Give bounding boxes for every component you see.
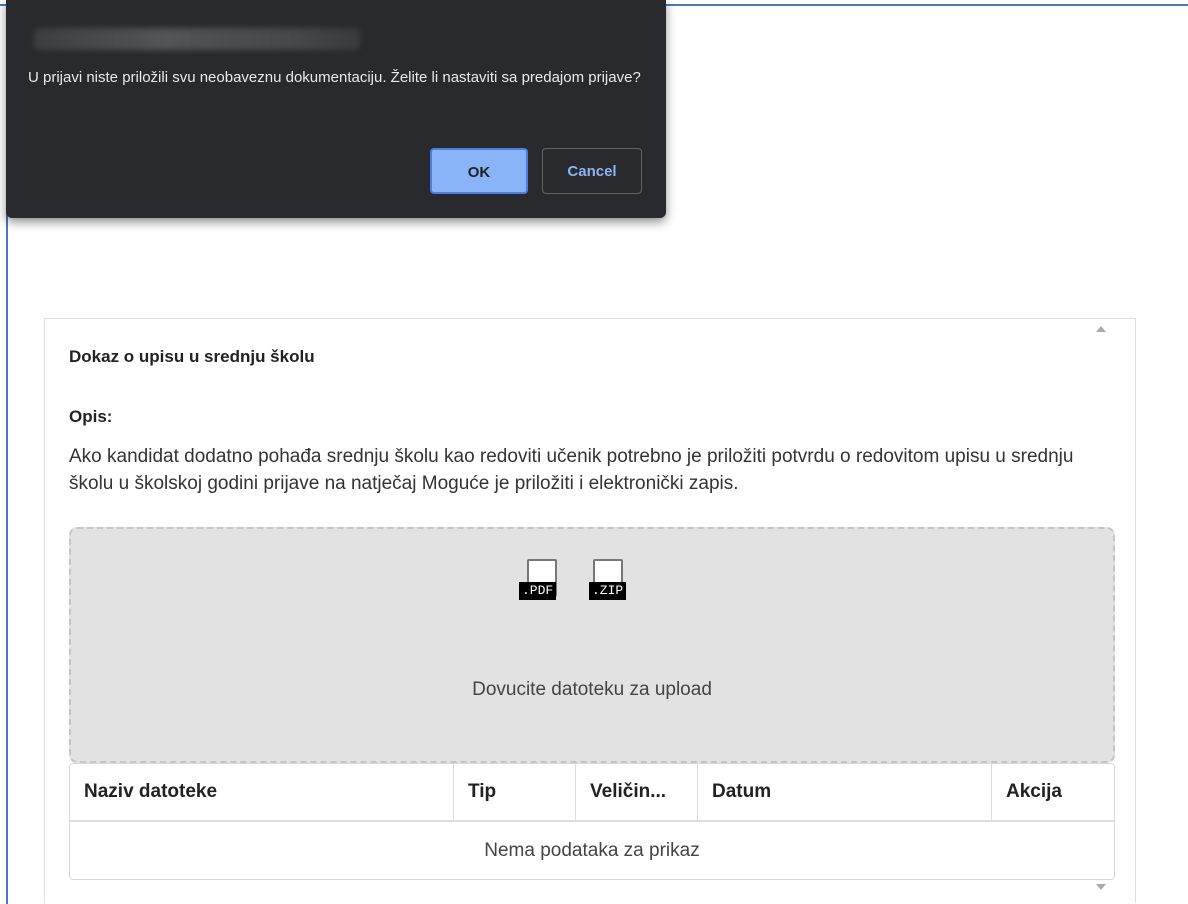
column-header-action[interactable]: Akcija (992, 764, 1114, 820)
dropzone-hint: Dovucite datoteku za upload (472, 679, 712, 700)
cancel-button[interactable]: Cancel (542, 148, 642, 194)
zip-file-icon: .ZIP (589, 559, 627, 600)
zip-file-type-label: .ZIP (589, 582, 627, 600)
scroll-down-arrow-icon[interactable] (1096, 884, 1106, 890)
pdf-file-type-label: .PDF (519, 582, 557, 600)
page: Dokaz o upisu u srednju školu Opis: Ako … (0, 0, 1188, 904)
column-header-date[interactable]: Datum (698, 764, 992, 820)
scroll-up-arrow-icon[interactable] (1096, 326, 1106, 332)
ok-button[interactable]: OK (430, 148, 528, 194)
files-table: Naziv datoteke Tip Veličin... Datum Akci… (69, 763, 1115, 880)
panel-title: Dokaz o upisu u srednju školu (69, 347, 315, 366)
dialog-origin-blurred (34, 28, 360, 50)
description-label: Opis: (69, 407, 113, 426)
confirm-dialog: U prijavi niste priložili svu neobaveznu… (6, 0, 666, 218)
pdf-file-icon: .PDF (519, 559, 557, 600)
column-header-filename[interactable]: Naziv datoteke (70, 764, 454, 820)
description-text: Ako kandidat dodatno pohađa srednju škol… (69, 446, 1074, 494)
column-header-size[interactable]: Veličin... (576, 764, 698, 820)
column-header-type[interactable]: Tip (454, 764, 576, 820)
file-dropzone[interactable]: .PDF .ZIP Dovucite datoteku za upload (69, 527, 1115, 763)
dialog-message: U prijavi niste priložili svu neobaveznu… (28, 69, 641, 86)
document-upload-panel: Dokaz o upisu u srednju školu Opis: Ako … (44, 318, 1136, 903)
table-empty-message: Nema podataka za prikaz (484, 840, 700, 861)
table-header: Naziv datoteke Tip Veličin... Datum Akci… (70, 764, 1114, 822)
